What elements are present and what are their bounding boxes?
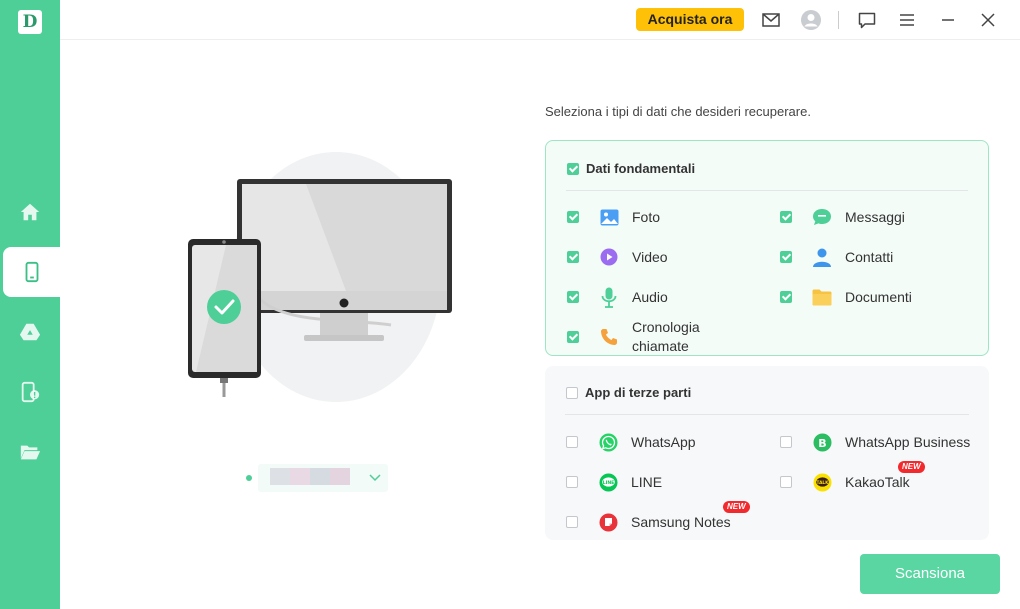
contacts-label: Contatti	[845, 249, 894, 265]
photos-checkbox[interactable]	[567, 211, 579, 223]
whatsapp-icon	[598, 432, 618, 452]
app-whatsapp-business[interactable]: B WhatsApp Business	[780, 432, 970, 452]
video-checkbox[interactable]	[567, 251, 579, 263]
third-party-title: App di terze parti	[585, 385, 692, 400]
third-party-header[interactable]: App di terze parti	[566, 385, 691, 400]
buy-now-button[interactable]: Acquista ora	[636, 8, 744, 31]
kakaotalk-icon: TALK	[812, 472, 832, 492]
contacts-checkbox[interactable]	[780, 251, 792, 263]
kakaotalk-checkbox[interactable]	[780, 476, 792, 488]
third-party-apps-panel: App di terze parti WhatsApp B WhatsApp B…	[545, 366, 989, 540]
data-type-contacts[interactable]: Contatti	[780, 247, 893, 267]
whatsapp-business-checkbox[interactable]	[780, 436, 792, 448]
audio-label: Audio	[632, 289, 668, 305]
sidebar-item-broken-device[interactable]	[0, 367, 60, 417]
kakaotalk-label: KakaoTalk	[845, 474, 910, 490]
folder-icon	[812, 287, 832, 307]
title-bar: Acquista ora	[60, 0, 1020, 40]
samsung-notes-label: Samsung Notes	[631, 514, 731, 530]
data-type-call-history[interactable]: Cronologia chiamate	[567, 318, 700, 356]
samsung-notes-icon	[598, 512, 618, 532]
device-connection-illustration	[186, 147, 456, 417]
data-type-messages[interactable]: Messaggi	[780, 207, 905, 227]
google-drive-icon	[19, 323, 41, 341]
app-samsung-notes[interactable]: Samsung Notes NEW	[566, 501, 750, 532]
core-data-checkbox[interactable]	[567, 162, 579, 175]
audio-checkbox[interactable]	[567, 291, 579, 303]
photo-icon	[599, 207, 619, 227]
messages-label: Messaggi	[845, 209, 905, 225]
sidebar-item-device-recovery[interactable]	[3, 247, 60, 297]
sidebar-item-home[interactable]	[0, 187, 60, 237]
messages-checkbox[interactable]	[780, 211, 792, 223]
call-history-label: Cronologia chiamate	[632, 319, 700, 354]
message-icon	[812, 207, 832, 227]
account-avatar-icon[interactable]	[800, 9, 822, 31]
app-whatsapp[interactable]: WhatsApp	[566, 432, 696, 452]
data-type-video[interactable]: Video	[567, 247, 668, 267]
line-icon: LINE	[598, 472, 618, 492]
core-data-header[interactable]: Dati fondamentali	[567, 161, 695, 176]
home-icon	[20, 203, 40, 221]
menu-icon[interactable]	[896, 9, 918, 31]
whatsapp-label: WhatsApp	[631, 434, 696, 450]
third-party-checkbox[interactable]	[566, 386, 578, 399]
data-type-photos[interactable]: Foto	[567, 207, 660, 227]
documents-label: Documenti	[845, 289, 912, 305]
microphone-icon	[599, 287, 619, 308]
documents-checkbox[interactable]	[780, 291, 792, 303]
sidebar: D	[0, 0, 60, 609]
core-data-panel: Dati fondamentali Foto Messaggi Video Co…	[545, 140, 989, 356]
sidebar-item-files[interactable]	[0, 427, 60, 477]
scan-button[interactable]: Scansiona	[860, 554, 1000, 594]
photos-label: Foto	[632, 209, 661, 225]
feedback-icon[interactable]	[856, 9, 878, 31]
new-badge: NEW	[898, 461, 925, 473]
line-label: LINE	[631, 474, 663, 490]
chevron-down-icon	[369, 474, 381, 482]
broken-phone-icon	[21, 381, 40, 403]
app-kakaotalk[interactable]: TALK KakaoTalk NEW	[780, 461, 925, 492]
core-data-title: Dati fondamentali	[586, 161, 696, 176]
app-line[interactable]: LINE LINE	[566, 472, 662, 492]
svg-text:TALK: TALK	[816, 479, 829, 485]
video-label: Video	[632, 249, 668, 265]
samsung-notes-checkbox[interactable]	[566, 516, 578, 528]
device-name-redacted	[270, 468, 350, 485]
phone-device-icon	[25, 261, 38, 283]
sidebar-item-google-drive[interactable]	[0, 307, 60, 357]
whatsapp-business-label: WhatsApp Business	[845, 434, 971, 450]
contact-icon	[812, 247, 832, 267]
call-history-checkbox[interactable]	[567, 331, 579, 343]
line-checkbox[interactable]	[566, 476, 578, 488]
app-logo: D	[18, 10, 42, 34]
new-badge: NEW	[723, 501, 750, 513]
svg-text:B: B	[818, 436, 826, 449]
data-type-audio[interactable]: Audio	[567, 287, 668, 308]
panel-divider	[565, 414, 969, 415]
instruction-text: Seleziona i tipi di dati che desideri re…	[545, 104, 811, 119]
whatsapp-checkbox[interactable]	[566, 436, 578, 448]
device-selector[interactable]	[258, 464, 388, 492]
whatsapp-business-icon: B	[812, 432, 832, 452]
video-icon	[599, 247, 619, 267]
data-type-documents[interactable]: Documenti	[780, 287, 912, 307]
mail-icon[interactable]	[760, 9, 782, 31]
device-status-dot	[246, 475, 252, 481]
minimize-icon[interactable]	[937, 9, 959, 31]
close-icon[interactable]	[977, 9, 999, 31]
panel-divider	[566, 190, 968, 191]
folder-open-icon	[20, 445, 41, 460]
svg-text:LINE: LINE	[602, 480, 614, 486]
phone-icon	[599, 327, 619, 347]
toolbar-divider	[838, 11, 839, 29]
